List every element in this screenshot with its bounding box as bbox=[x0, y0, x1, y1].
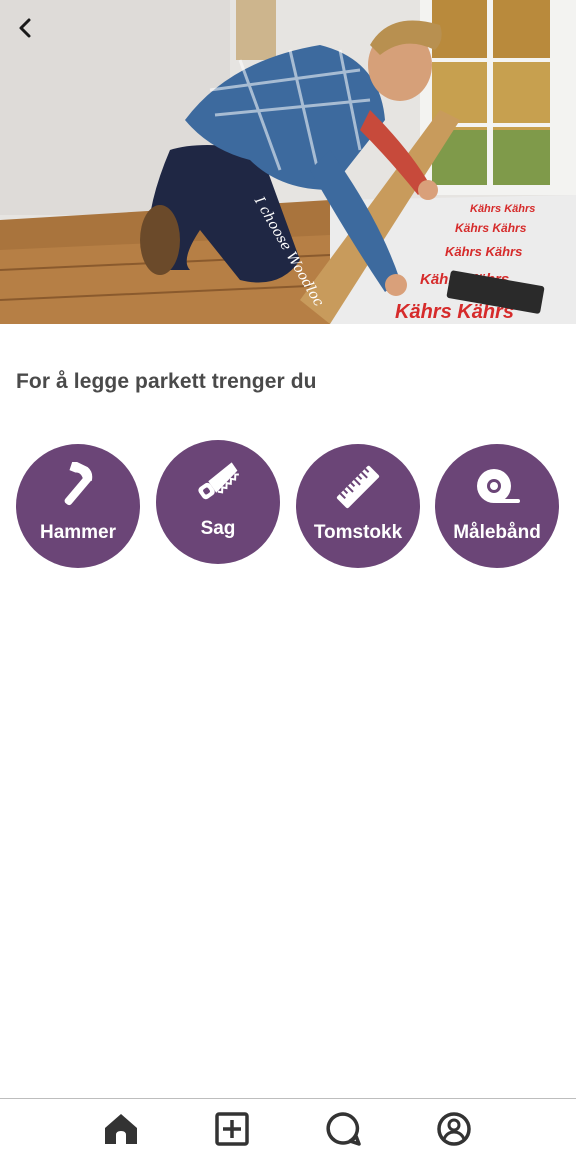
nav-profile[interactable] bbox=[434, 1109, 474, 1149]
hero-image: Kährs Kährs Kährs Kährs Kährs Kährs Kähr… bbox=[0, 0, 576, 324]
svg-text:Kährs Kährs: Kährs Kährs bbox=[455, 221, 527, 235]
section-title: For å legge parkett trenger du bbox=[16, 370, 317, 393]
bottom-navigation bbox=[0, 1098, 576, 1157]
chevron-left-icon bbox=[19, 18, 31, 38]
nav-home[interactable] bbox=[101, 1109, 141, 1149]
chat-bubble-icon bbox=[326, 1112, 361, 1146]
ruler-icon bbox=[336, 465, 380, 509]
home-icon bbox=[105, 1114, 137, 1144]
nav-chat[interactable] bbox=[323, 1109, 363, 1149]
back-button[interactable] bbox=[6, 8, 46, 48]
saw-icon bbox=[198, 462, 239, 500]
plus-square-icon bbox=[215, 1112, 249, 1146]
hammer-icon bbox=[64, 462, 93, 506]
svg-text:Kährs Kährs: Kährs Kährs bbox=[445, 244, 522, 259]
tool-label: Tomstokk bbox=[313, 522, 403, 543]
svg-text:Kährs Kährs: Kährs Kährs bbox=[470, 203, 535, 215]
tool-label: Hammer bbox=[39, 522, 117, 543]
profile-icon bbox=[437, 1112, 471, 1146]
measuring-tape-icon bbox=[477, 469, 520, 503]
nav-add[interactable] bbox=[212, 1109, 252, 1149]
tool-saw-button[interactable]: Sag bbox=[156, 440, 280, 564]
tool-measuring-tape-button[interactable]: Målebånd bbox=[435, 444, 559, 568]
tool-hammer-button[interactable]: Hammer bbox=[16, 444, 140, 568]
tool-label: Målebånd bbox=[453, 522, 541, 543]
tool-label: Sag bbox=[200, 518, 236, 539]
tool-ruler-button[interactable]: Tomstokk bbox=[296, 444, 420, 568]
